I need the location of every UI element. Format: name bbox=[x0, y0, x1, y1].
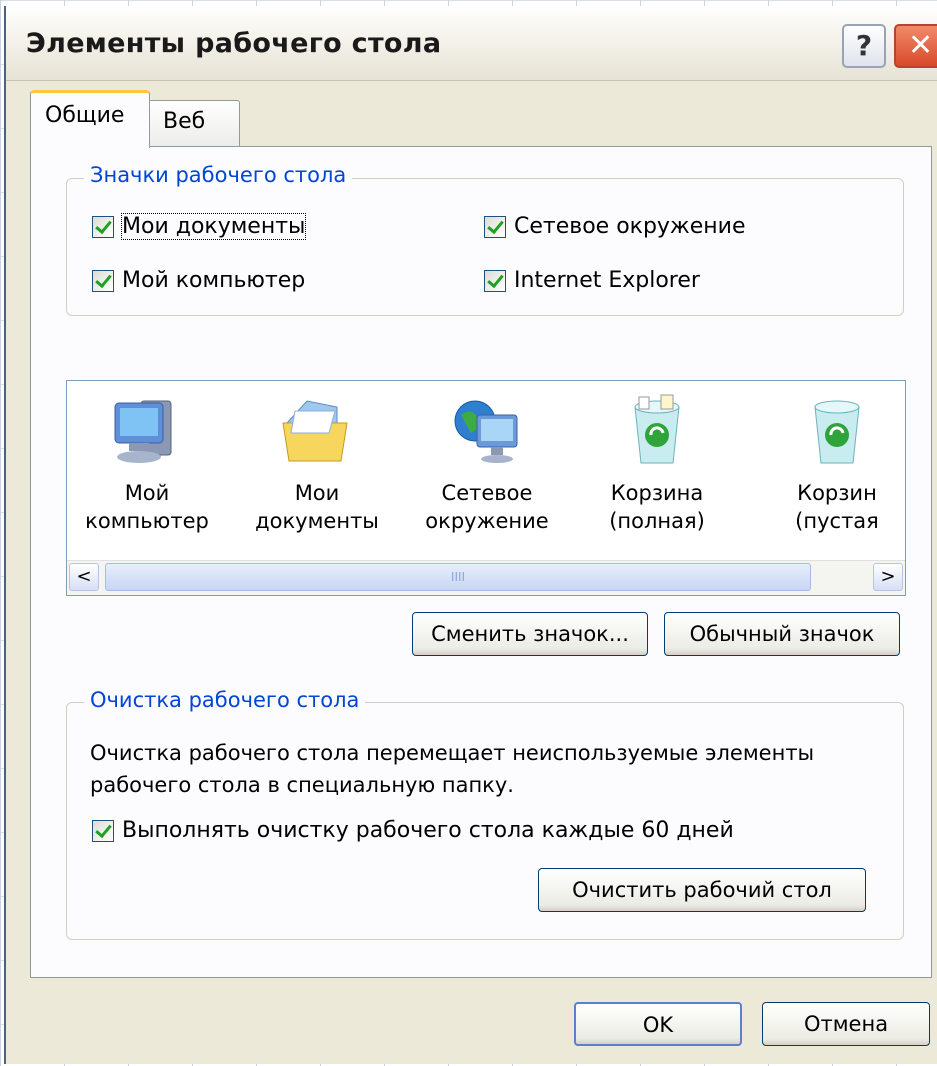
icon-label: Мой компьютер bbox=[85, 481, 209, 533]
my-documents-icon bbox=[282, 400, 348, 462]
cleanup-description-line2: рабочего стола в специальную папку. bbox=[90, 773, 514, 797]
checkbox-checked-icon[interactable] bbox=[484, 269, 506, 292]
title-bar[interactable]: Элементы рабочего стола ? ✕ bbox=[6, 6, 937, 81]
change-icon-button[interactable]: Сменить значок... bbox=[412, 612, 648, 656]
scroll-grip-icon: IIII bbox=[450, 570, 466, 584]
checkbox-my-computer[interactable]: Мой компьютер bbox=[92, 268, 305, 293]
checkbox-label: Мой компьютер bbox=[122, 268, 306, 293]
checkbox-label: Сетевое окружение bbox=[514, 214, 746, 239]
icon-label: Мои документы bbox=[255, 481, 379, 533]
tab-web[interactable]: Веб bbox=[148, 100, 240, 146]
tab-general[interactable]: Общие bbox=[30, 90, 150, 148]
desktop-icons-group-title: Значки рабочего стола bbox=[84, 163, 353, 187]
checkbox-checked-icon[interactable] bbox=[484, 215, 506, 238]
ok-button[interactable]: OK bbox=[574, 1002, 742, 1046]
checkbox-checked-icon[interactable] bbox=[92, 819, 114, 842]
checkbox-cleanup-every-60-days[interactable]: Выполнять очистку рабочего стола каждые … bbox=[92, 818, 734, 843]
help-button[interactable]: ? bbox=[842, 24, 886, 68]
scrollbar-thumb[interactable]: IIII bbox=[105, 563, 811, 591]
my-computer-icon bbox=[114, 400, 172, 463]
checkbox-checked-icon[interactable] bbox=[92, 269, 114, 292]
default-icon-button[interactable]: Обычный значок bbox=[664, 612, 900, 656]
icon-label: Сетевое окружение bbox=[425, 481, 549, 533]
checkbox-internet-explorer[interactable]: Internet Explorer bbox=[484, 268, 700, 293]
chevron-left-icon: < bbox=[76, 566, 92, 587]
cancel-button[interactable]: Отмена bbox=[762, 1002, 930, 1046]
clean-desktop-button[interactable]: Очистить рабочий стол bbox=[538, 868, 866, 912]
desktop-cleanup-group-title: Очистка рабочего стола bbox=[84, 688, 366, 712]
checkbox-my-documents[interactable]: Мои документы bbox=[92, 213, 307, 240]
list-item-recycle-bin-empty[interactable]: Корзин (пустая bbox=[757, 393, 905, 535]
checkbox-label: Выполнять очистку рабочего стола каждые … bbox=[122, 818, 734, 843]
chevron-right-icon: > bbox=[880, 566, 896, 587]
close-icon: ✕ bbox=[908, 28, 934, 63]
checkbox-network-places[interactable]: Сетевое окружение bbox=[484, 214, 746, 239]
desktop-icons-groupbox bbox=[66, 178, 904, 316]
cleanup-description-line1: Очистка рабочего стола перемещает неиспо… bbox=[90, 741, 815, 765]
icon-label: Корзин (пустая bbox=[795, 481, 879, 533]
icon-label: Корзина (полная) bbox=[609, 481, 705, 533]
list-item-network-places[interactable]: Сетевое окружение bbox=[407, 393, 567, 535]
horizontal-scrollbar[interactable]: < IIII > bbox=[67, 560, 905, 595]
list-item-my-documents[interactable]: Мои документы bbox=[237, 393, 397, 535]
scroll-right-button[interactable]: > bbox=[873, 563, 903, 591]
checkbox-checked-icon[interactable] bbox=[92, 215, 114, 238]
recycle-bin-full-icon bbox=[634, 394, 680, 464]
scroll-left-button[interactable]: < bbox=[69, 563, 99, 591]
checkbox-label: Internet Explorer bbox=[514, 268, 700, 293]
list-item-recycle-bin-full[interactable]: Корзина (полная) bbox=[577, 393, 737, 535]
close-button[interactable]: ✕ bbox=[894, 24, 937, 68]
dialog-title: Элементы рабочего стола bbox=[26, 28, 442, 59]
list-item-my-computer[interactable]: Мой компьютер bbox=[67, 393, 227, 535]
recycle-bin-empty-icon bbox=[814, 400, 860, 464]
icon-list-view[interactable]: Мой компьютер Мои документы Сетевое окру… bbox=[66, 380, 906, 596]
checkbox-label: Мои документы bbox=[120, 213, 307, 240]
network-places-icon bbox=[454, 400, 518, 463]
